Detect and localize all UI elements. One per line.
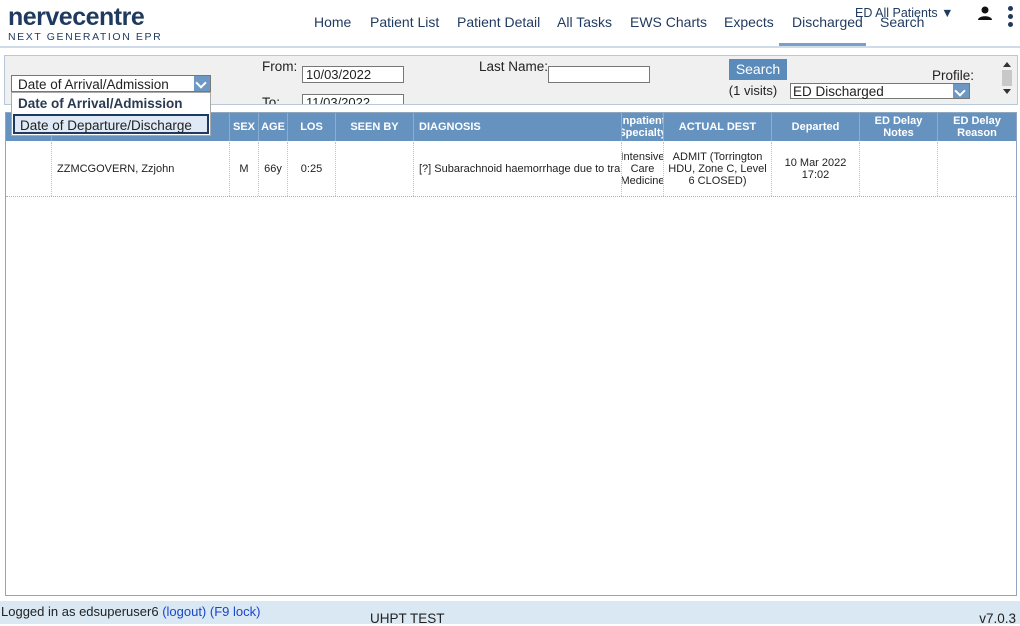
ed-all-patients-selector[interactable]: ED All Patients ▼ xyxy=(855,6,954,20)
scroll-up-arrow-icon[interactable] xyxy=(1003,62,1011,67)
cell-inpatient-specialty: Intensive Care Medicine xyxy=(621,142,663,196)
last-name-label: Last Name: xyxy=(479,59,549,74)
visits-count: (1 visits) xyxy=(728,83,778,98)
user-icon[interactable] xyxy=(978,6,992,22)
nav-patient-detail[interactable]: Patient Detail xyxy=(457,14,540,30)
chevron-down-icon xyxy=(953,84,969,98)
option-date-of-arrival[interactable]: Date of Arrival/Admission xyxy=(13,94,209,114)
to-label: To: xyxy=(262,95,281,105)
footer-bar: Logged in as edsuperuser6 (logout) (F9 l… xyxy=(0,601,1020,626)
col-ed-delay-reason[interactable]: ED Delay Reason xyxy=(937,113,1016,141)
col-sex[interactable]: SEX xyxy=(229,113,258,141)
cell-los: 0:25 xyxy=(287,142,335,196)
table-row[interactable]: ZZMCGOVERN, Zzjohn M 66y 0:25 [?] Subara… xyxy=(6,142,1016,197)
login-status: Logged in as edsuperuser6 (logout) (F9 l… xyxy=(1,604,260,619)
cell-patient-name[interactable]: ZZMCGOVERN, Zzjohn xyxy=(51,142,229,196)
scroll-thumb[interactable] xyxy=(1002,70,1012,86)
from-label: From: xyxy=(262,59,298,74)
option-date-of-departure[interactable]: Date of Departure/Discharge xyxy=(13,114,209,134)
logged-in-text: Logged in as edsuperuser6 xyxy=(1,604,159,619)
scroll-down-arrow-icon[interactable] xyxy=(1003,89,1011,94)
nav-expects[interactable]: Expects xyxy=(724,14,774,30)
cell-ed-delay-notes xyxy=(859,142,937,196)
more-menu-icon[interactable] xyxy=(1006,6,1014,34)
profile-select[interactable]: ED Discharged xyxy=(790,83,970,99)
cell-ed-delay-reason xyxy=(937,142,1016,196)
filter-scrollbar[interactable] xyxy=(1001,59,1013,99)
cell-sex: M xyxy=(229,142,258,196)
discharged-results-table: Status SEX AGE LOS SEEN BY DIAGNOSIS Inp… xyxy=(5,112,1017,596)
profile-select-value: ED Discharged xyxy=(793,84,884,99)
nav-home[interactable]: Home xyxy=(314,14,351,30)
cell-age: 66y xyxy=(258,142,287,196)
cell-diagnosis: [?] Subarachnoid haemorrhage due to trau… xyxy=(413,142,621,196)
cell-actual-dest: ADMIT (Torrington HDU, Zone C, Level 6 C… xyxy=(663,142,771,196)
col-diagnosis[interactable]: DIAGNOSIS xyxy=(413,113,621,141)
nav-patient-list[interactable]: Patient List xyxy=(370,14,439,30)
chevron-down-icon xyxy=(194,76,210,91)
col-departed[interactable]: Departed xyxy=(771,113,859,141)
cell-status xyxy=(6,142,51,196)
col-inpatient-specialty[interactable]: Inpatient Specialty xyxy=(621,113,663,141)
date-type-selected-value: Date of Arrival/Admission xyxy=(18,77,169,92)
header-divider xyxy=(0,46,1020,48)
logout-link[interactable]: (logout) xyxy=(162,604,206,619)
cell-departed: 10 Mar 2022 17:02 xyxy=(771,142,859,196)
nav-ews-charts[interactable]: EWS Charts xyxy=(630,14,707,30)
last-name-field[interactable] xyxy=(548,66,650,83)
from-date-field[interactable] xyxy=(302,66,404,83)
col-los[interactable]: LOS xyxy=(287,113,335,141)
date-type-select[interactable]: Date of Arrival/Admission xyxy=(11,75,211,92)
profile-label: Profile: xyxy=(932,68,975,83)
nav-all-tasks[interactable]: All Tasks xyxy=(557,14,612,30)
to-date-field[interactable] xyxy=(302,94,404,104)
col-seen-by[interactable]: SEEN BY xyxy=(335,113,413,141)
f9-lock-link[interactable]: (F9 lock) xyxy=(210,604,261,619)
cell-seen-by xyxy=(335,142,413,196)
nav-discharged[interactable]: Discharged xyxy=(792,14,863,30)
col-actual-dest[interactable]: ACTUAL DEST xyxy=(663,113,771,141)
col-age[interactable]: AGE xyxy=(258,113,287,141)
col-ed-delay-notes[interactable]: ED Delay Notes xyxy=(859,113,937,141)
search-button[interactable]: Search xyxy=(729,59,787,80)
date-type-dropdown: Date of Arrival/Admission Date of Depart… xyxy=(11,92,211,136)
